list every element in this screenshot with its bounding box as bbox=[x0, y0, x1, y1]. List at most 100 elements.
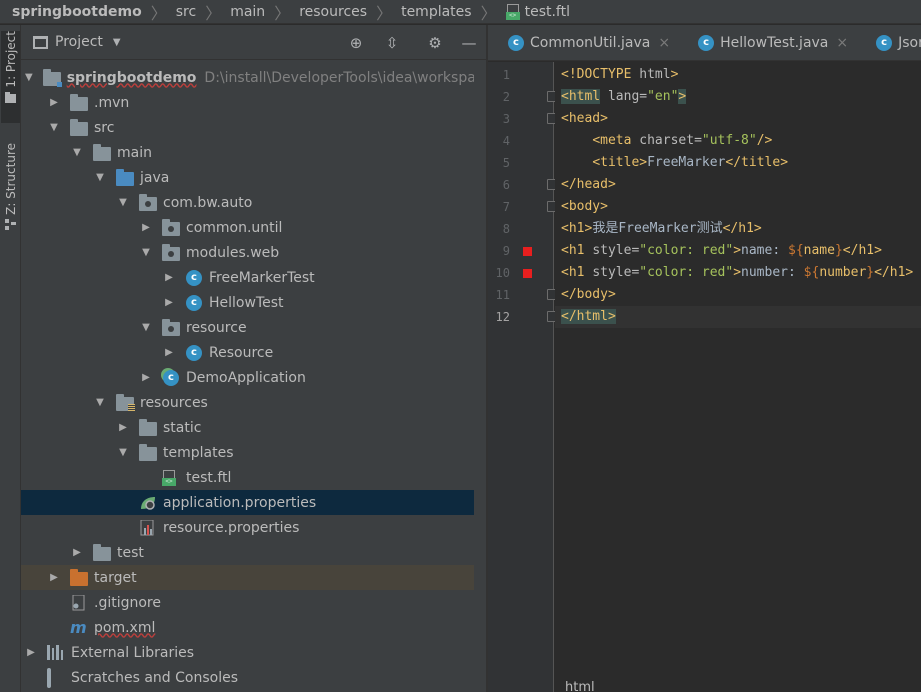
tree-item-java[interactable]: ▼ java bbox=[21, 165, 486, 190]
tree-item-application-properties[interactable]: application.properties bbox=[21, 490, 486, 515]
project-panel-title: Project bbox=[55, 34, 103, 50]
scratch-icon bbox=[47, 667, 65, 688]
line-number: 4 bbox=[502, 134, 510, 148]
tree-item-label: DemoApplication bbox=[186, 369, 306, 386]
tree-item-mvn[interactable]: ▶ .mvn bbox=[21, 90, 486, 115]
chevron-down-icon[interactable]: ▼ bbox=[71, 147, 83, 158]
chevron-down-icon[interactable]: ▼ bbox=[117, 447, 129, 458]
left-tool-strip: 1: Project Z: Structure bbox=[0, 25, 21, 692]
chevron-right-icon[interactable]: ▶ bbox=[140, 222, 152, 233]
chevron-right-icon[interactable]: ▶ bbox=[163, 272, 175, 283]
breakpoint-marker[interactable] bbox=[523, 269, 532, 278]
tree-item-demoapplication[interactable]: ▶ c DemoApplication bbox=[21, 365, 486, 390]
tree-item-label: modules.web bbox=[186, 244, 280, 261]
line-number: 2 bbox=[502, 90, 510, 104]
tree-item-label: application.properties bbox=[163, 494, 317, 511]
chevron-down-icon[interactable]: ▼ bbox=[94, 172, 106, 183]
chevron-right-icon[interactable]: ▶ bbox=[25, 647, 37, 658]
tree-item-test[interactable]: ▶ test bbox=[21, 540, 486, 565]
tree-item-label: test bbox=[117, 544, 144, 561]
chevron-right-icon[interactable]: ▶ bbox=[48, 572, 60, 583]
gear-icon[interactable]: ⚙ bbox=[426, 34, 444, 52]
editor-tab-jsonuti[interactable]: c JsonUti bbox=[856, 25, 921, 60]
chevron-down-icon[interactable]: ▼ bbox=[48, 122, 60, 133]
breadcrumb-src[interactable]: src bbox=[176, 4, 196, 20]
tree-item-com-bw-auto[interactable]: ▼ com.bw.auto bbox=[21, 190, 486, 215]
code-line: <h1>我是FreeMarker测试</h1> bbox=[561, 221, 762, 236]
tree-item-resource[interactable]: ▼ resource bbox=[21, 315, 486, 340]
spring-class-icon: c bbox=[162, 369, 180, 386]
folder-icon bbox=[139, 443, 157, 461]
chevron-down-icon[interactable]: ▼ bbox=[94, 397, 106, 408]
close-icon[interactable]: × bbox=[658, 35, 670, 51]
chevron-right-icon[interactable]: ▶ bbox=[163, 297, 175, 308]
class-icon: c bbox=[185, 269, 203, 286]
tree-item-label: resources bbox=[140, 394, 208, 411]
breadcrumb-project[interactable]: springbootdemo bbox=[0, 4, 142, 20]
line-number: 7 bbox=[502, 200, 510, 214]
panel-scrollbar[interactable] bbox=[474, 60, 486, 692]
structure-tool-tab[interactable]: Z: Structure bbox=[1, 143, 20, 243]
tree-item-templates[interactable]: ▼ templates bbox=[21, 440, 486, 465]
folder-icon bbox=[93, 143, 111, 161]
chevron-right-icon[interactable]: ▶ bbox=[71, 547, 83, 558]
breadcrumb-file[interactable]: <> test.ftl bbox=[505, 3, 570, 20]
tree-item-modules-web[interactable]: ▼ modules.web bbox=[21, 240, 486, 265]
tree-item-common-until[interactable]: ▶ common.until bbox=[21, 215, 486, 240]
java-class-icon: c bbox=[698, 34, 715, 51]
tree-item-freemarkertest[interactable]: ▶ c FreeMarkerTest bbox=[21, 265, 486, 290]
project-view-selector[interactable]: Project ▼ bbox=[33, 34, 121, 50]
chevron-down-icon[interactable]: ▼ bbox=[140, 322, 152, 333]
tree-item-target[interactable]: ▶ target bbox=[21, 565, 486, 590]
tree-item-resource[interactable]: ▶ c Resource bbox=[21, 340, 486, 365]
tree-item-static[interactable]: ▶ static bbox=[21, 415, 486, 440]
code-line: <head> bbox=[561, 111, 608, 126]
chevron-right-icon[interactable]: ▶ bbox=[163, 347, 175, 358]
collapse-all-icon[interactable]: ⇳ bbox=[383, 34, 401, 52]
module-folder-icon bbox=[42, 68, 62, 87]
breadcrumb-main[interactable]: main bbox=[230, 4, 265, 20]
tree-item-test-ftl[interactable]: <> test.ftl bbox=[21, 465, 486, 490]
tree-item-label: templates bbox=[163, 444, 234, 461]
tree-item-label: FreeMarkerTest bbox=[209, 269, 315, 286]
chevron-down-icon[interactable]: ▼ bbox=[117, 197, 129, 208]
chevron-right-icon: 〉 bbox=[150, 3, 167, 23]
breakpoint-marker[interactable] bbox=[523, 247, 532, 256]
chevron-down-icon[interactable]: ▼ bbox=[25, 72, 33, 83]
editor-tab-label: HellowTest.java bbox=[720, 34, 829, 51]
minimize-icon[interactable]: — bbox=[460, 34, 478, 52]
tree-item-hellowtest[interactable]: ▶ c HellowTest bbox=[21, 290, 486, 315]
editor-tab-commonutil-java[interactable]: c CommonUtil.java × bbox=[488, 25, 678, 60]
chevron-right-icon[interactable]: ▶ bbox=[117, 422, 129, 433]
package-icon bbox=[162, 318, 180, 336]
chevron-right-icon[interactable]: ▶ bbox=[48, 97, 60, 108]
chevron-right-icon: 〉 bbox=[205, 3, 222, 23]
tree-item-label: target bbox=[94, 569, 137, 586]
tree-item-main[interactable]: ▼ main bbox=[21, 140, 486, 165]
tree-item-springbootdemo[interactable]: ▼ springbootdemo D:\install\DeveloperTools… bbox=[21, 65, 497, 90]
chevron-right-icon[interactable]: ▶ bbox=[140, 372, 152, 383]
tree-item-gitignore[interactable]: .gitignore bbox=[21, 590, 486, 615]
tree-item-external-libraries[interactable]: ▶ External Libraries bbox=[21, 640, 486, 665]
code-line: <!DOCTYPE html> bbox=[561, 67, 679, 82]
tree-item-label: resource bbox=[186, 319, 247, 336]
breadcrumb-templates[interactable]: templates bbox=[401, 4, 472, 20]
editor-tab-hellowtest-java[interactable]: c HellowTest.java × bbox=[678, 25, 856, 60]
folder-icon bbox=[139, 418, 157, 436]
code-editor[interactable]: <!DOCTYPE html> <html lang="en"> <head> <m… bbox=[555, 62, 921, 692]
folder-icon bbox=[70, 118, 88, 136]
chevron-down-icon[interactable]: ▼ bbox=[140, 247, 152, 258]
close-icon[interactable]: × bbox=[836, 35, 848, 51]
tree-item-resource-properties[interactable]: resource.properties bbox=[21, 515, 486, 540]
package-icon bbox=[162, 218, 180, 236]
tree-item-src[interactable]: ▼ src bbox=[21, 115, 486, 140]
locate-icon[interactable]: ⊕ bbox=[347, 34, 365, 52]
tree-item-scratches-and-consoles[interactable]: Scratches and Consoles bbox=[21, 665, 486, 690]
breadcrumb-resources[interactable]: resources bbox=[299, 4, 367, 20]
tree-item-pom-xml[interactable]: m pom.xml bbox=[21, 615, 486, 640]
project-tool-tab[interactable]: 1: Project bbox=[1, 31, 20, 123]
tree-item-resources[interactable]: ▼ resources bbox=[21, 390, 486, 415]
code-line: <h1 style="color: red">name: ${name}</h1… bbox=[561, 243, 882, 258]
tree-item-label: resource.properties bbox=[163, 519, 300, 536]
chevron-right-icon: 〉 bbox=[376, 3, 393, 23]
